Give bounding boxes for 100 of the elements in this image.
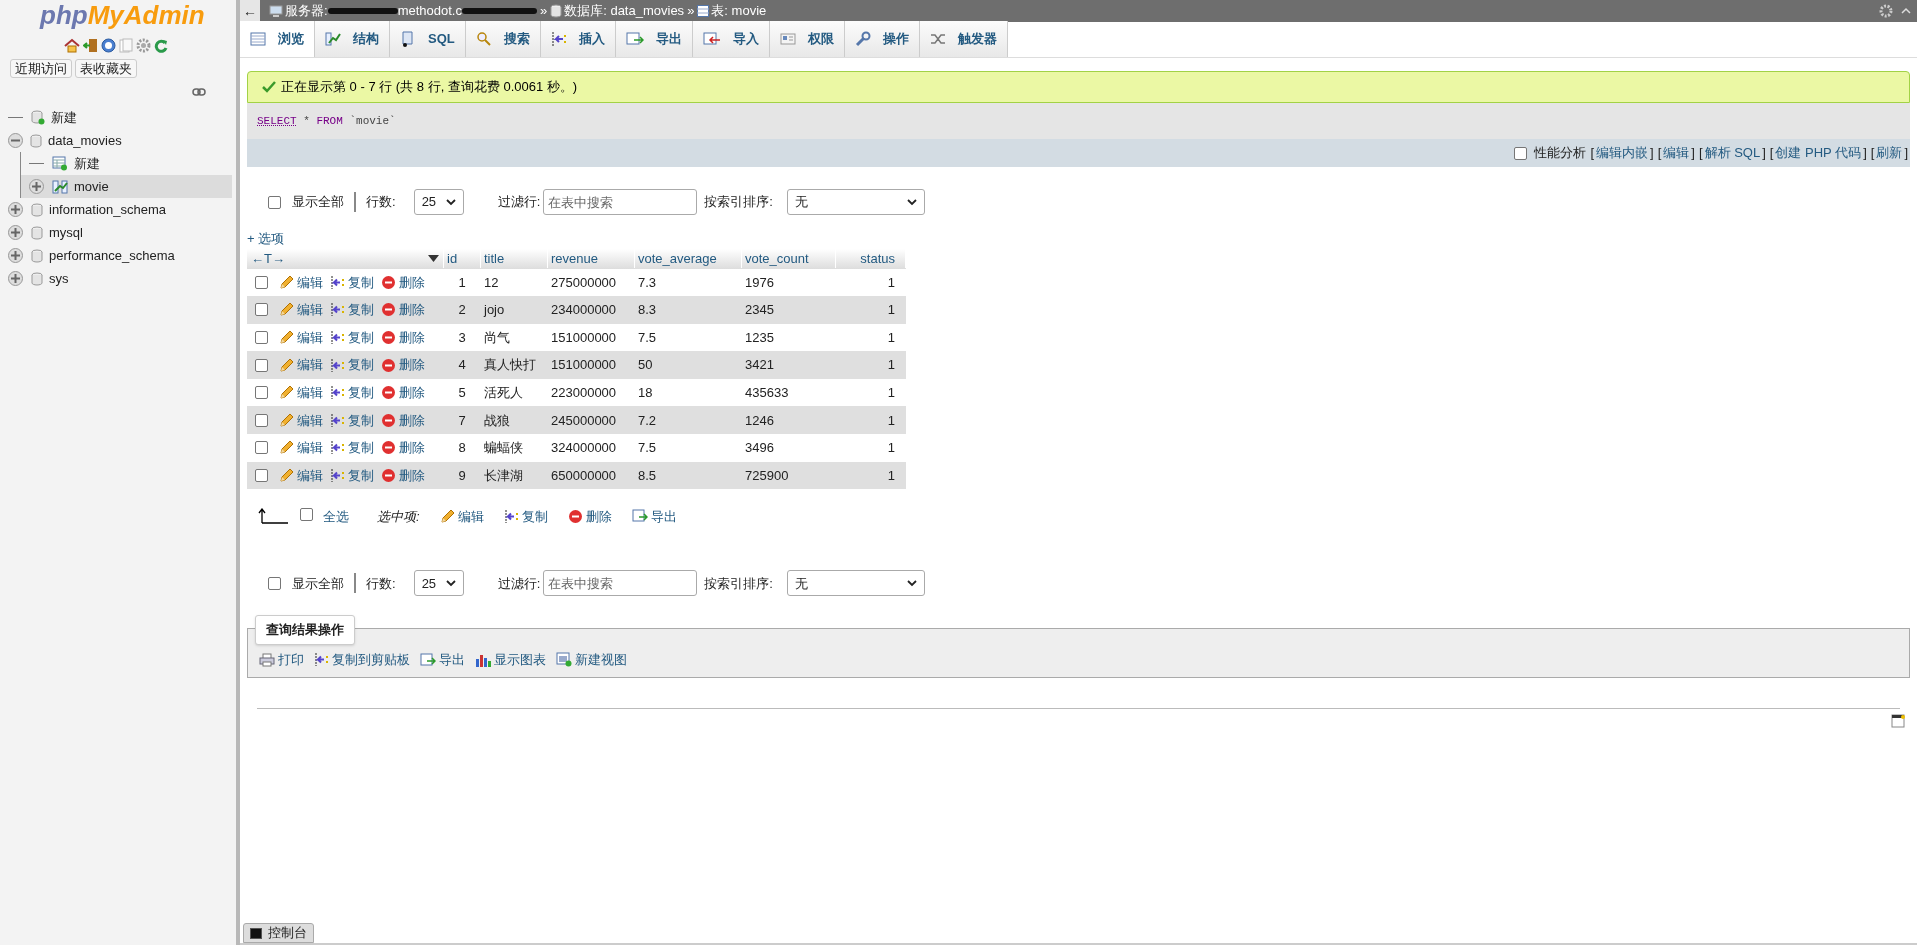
row-action-link[interactable]: 复制 <box>330 300 374 320</box>
sql-link[interactable]: 创建 PHP 代码 <box>1773 143 1864 163</box>
breadcrumb-database[interactable]: 数据库: data_movies <box>564 1 685 21</box>
tab[interactable]: 操作 <box>844 21 920 57</box>
sort-select[interactable]: 无 <box>786 570 925 597</box>
column-header[interactable]: title <box>481 248 548 269</box>
tree-item[interactable]: mysql <box>0 221 232 244</box>
row-action-link[interactable]: 删除 <box>381 438 425 458</box>
tab[interactable]: 搜索 <box>465 21 541 57</box>
bulk-action-link[interactable]: 复制 <box>503 506 548 526</box>
filter-field[interactable]: 在表中搜索 <box>543 570 698 597</box>
row-action-link[interactable]: 删除 <box>381 355 425 375</box>
column-header[interactable]: vote_average <box>635 248 742 269</box>
tree-item[interactable]: 新建 <box>0 106 232 129</box>
query-op-link[interactable]: 新建视图 <box>556 649 627 670</box>
breadcrumb-server-host[interactable]: methodot.c <box>397 1 462 21</box>
expand-icon[interactable] <box>8 202 23 217</box>
row-action-link[interactable]: 复制 <box>330 355 374 375</box>
column-header[interactable]: vote_count <box>742 248 836 269</box>
exit-door-icon[interactable] <box>83 38 98 53</box>
row-checkbox[interactable] <box>255 413 268 427</box>
row-action-link[interactable]: 删除 <box>381 382 425 403</box>
collapse-icon[interactable] <box>1901 6 1911 16</box>
help-icon[interactable] <box>101 38 116 53</box>
tree-item[interactable]: data_movies <box>0 129 232 152</box>
select-all-link[interactable]: 全选 <box>323 506 349 526</box>
tab[interactable]: 导出 <box>615 21 693 57</box>
breadcrumb-server[interactable]: 服务器: <box>285 1 328 21</box>
sidebar-button[interactable]: 表收藏夹 <box>75 59 137 78</box>
tree-item[interactable]: information_schema <box>0 198 232 221</box>
breadcrumb-table[interactable]: 表: movie <box>711 1 767 21</box>
row-action-link[interactable]: 复制 <box>330 438 374 458</box>
tab[interactable]: 触发器 <box>919 21 1008 57</box>
row-action-link[interactable]: 删除 <box>381 465 425 486</box>
row-action-link[interactable]: 删除 <box>381 300 425 320</box>
tree-item[interactable]: performance_schema <box>0 244 232 267</box>
tree-item[interactable]: 新建 <box>21 152 232 175</box>
query-op-link[interactable]: 导出 <box>420 649 465 670</box>
column-header[interactable]: id <box>444 248 481 269</box>
console-tab[interactable]: 控制台 <box>243 923 314 943</box>
tab[interactable]: SQL <box>390 21 466 57</box>
expand-icon[interactable] <box>29 179 44 194</box>
row-action-link[interactable]: 删除 <box>381 410 425 430</box>
tab[interactable]: 权限 <box>769 21 845 57</box>
row-action-link[interactable]: 复制 <box>330 327 374 348</box>
row-action-link[interactable]: 编辑 <box>279 355 323 375</box>
dropdown-triangle-icon[interactable] <box>428 255 439 262</box>
row-action-link[interactable]: 删除 <box>381 272 425 293</box>
checkbox[interactable] <box>1514 146 1528 160</box>
expand-icon[interactable] <box>8 248 23 263</box>
tab[interactable]: 插入 <box>540 21 616 57</box>
row-checkbox[interactable] <box>255 358 268 372</box>
sort-select[interactable]: 无 <box>786 189 925 215</box>
sql-link[interactable]: 刷新 <box>1874 143 1905 163</box>
query-op-link[interactable]: 显示图表 <box>475 649 546 670</box>
row-action-link[interactable]: 编辑 <box>279 410 323 430</box>
sql-link[interactable]: 编辑 <box>1661 143 1692 163</box>
row-action-link[interactable]: 编辑 <box>279 272 323 293</box>
column-arrows[interactable]: ←T→ <box>251 248 285 269</box>
row-action-link[interactable]: 复制 <box>330 465 374 486</box>
tab[interactable]: 结构 <box>315 21 390 57</box>
row-checkbox[interactable] <box>255 441 268 455</box>
sql-link[interactable]: 编辑内嵌 <box>1594 143 1651 163</box>
home-icon[interactable] <box>64 38 80 53</box>
column-header[interactable]: revenue <box>548 248 635 269</box>
filter-field[interactable]: 在表中搜索 <box>543 189 698 215</box>
expand-icon[interactable] <box>8 271 23 286</box>
row-action-link[interactable]: 删除 <box>381 327 425 348</box>
row-action-link[interactable]: 复制 <box>330 410 374 430</box>
select-all-checkbox[interactable] <box>300 507 313 521</box>
rows-select[interactable]: 25 <box>413 189 464 215</box>
back-button[interactable]: ← <box>240 0 260 22</box>
row-action-link[interactable]: 编辑 <box>279 382 323 403</box>
refresh-icon[interactable] <box>154 38 168 53</box>
row-checkbox[interactable] <box>255 468 268 482</box>
rows-select[interactable]: 25 <box>413 570 464 597</box>
bulk-action-link[interactable]: 导出 <box>631 506 677 526</box>
checkbox[interactable] <box>268 195 281 209</box>
sidebar-button[interactable]: 近期访问 <box>10 59 72 78</box>
query-op-link[interactable]: 打印 <box>259 649 304 670</box>
expand-icon[interactable] <box>8 225 23 240</box>
options-link[interactable]: + 选项 <box>247 229 285 249</box>
row-action-link[interactable]: 复制 <box>330 382 374 403</box>
query-op-link[interactable]: 复制到剪贴板 <box>314 649 410 670</box>
row-action-link[interactable]: 编辑 <box>279 465 323 486</box>
column-header[interactable]: status <box>836 248 906 269</box>
logo[interactable]: phpMyAdmin <box>0 0 236 29</box>
checkbox[interactable] <box>268 576 281 590</box>
gear-icon[interactable] <box>136 38 151 53</box>
row-checkbox[interactable] <box>255 386 268 400</box>
bulk-action-link[interactable]: 编辑 <box>439 506 484 526</box>
row-checkbox[interactable] <box>255 303 268 317</box>
row-checkbox[interactable] <box>255 331 268 344</box>
row-checkbox[interactable] <box>255 275 268 289</box>
collapse-icon[interactable] <box>8 133 23 148</box>
tree-item[interactable]: sys <box>0 267 232 290</box>
row-action-link[interactable]: 编辑 <box>279 438 323 458</box>
row-action-link[interactable]: 编辑 <box>279 327 323 348</box>
gear-icon[interactable] <box>1879 4 1893 18</box>
tab[interactable]: 浏览 <box>240 21 315 57</box>
